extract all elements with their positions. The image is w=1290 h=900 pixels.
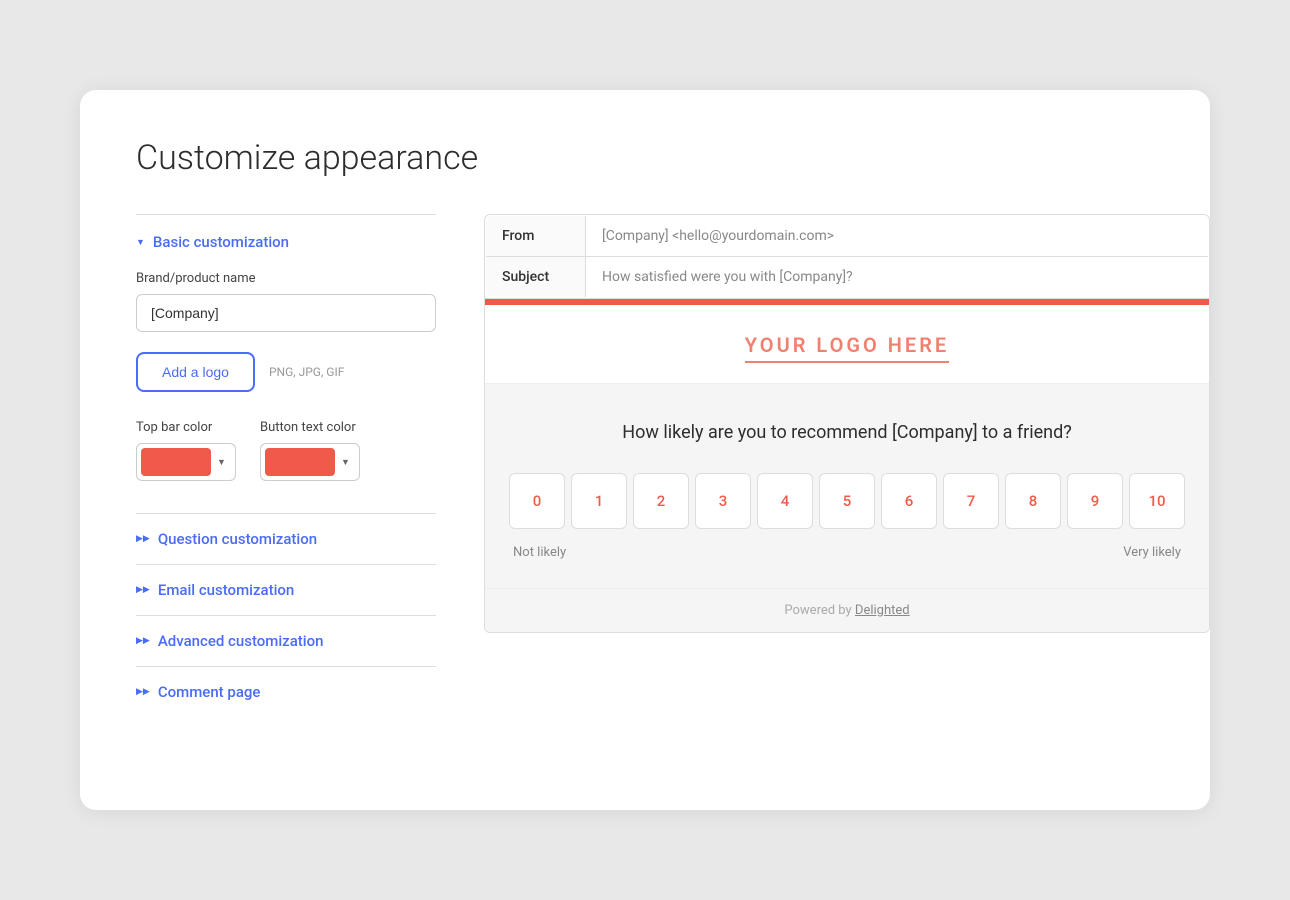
advanced-customization-label: Advanced customization [158,632,324,650]
top-bar-color-label: Top bar color [136,420,236,435]
right-panel: From [Company] <hello@yourdomain.com> Su… [484,214,1210,633]
comment-page-label: Comment page [158,683,261,701]
basic-customization-header[interactable]: Basic customization [136,233,436,251]
not-likely-label: Not likely [513,545,566,560]
brand-name-input[interactable] [136,294,436,332]
logo-row: Add a logo PNG, JPG, GIF [136,352,436,392]
nps-button-4[interactable]: 4 [757,473,813,529]
advanced-customization-header[interactable]: ▶ Advanced customization [136,632,436,650]
basic-customization-label: Basic customization [153,233,289,251]
button-text-color-swatch [265,448,335,476]
top-bar-color-swatch [141,448,211,476]
nps-scale: 0 1 2 3 4 5 6 7 8 9 10 [509,473,1185,529]
email-customization-section: ▶ Email customization [136,564,436,615]
top-divider [136,214,436,215]
question-customization-label: Question customization [158,530,317,548]
chevron-right-icon-1: ▶ [136,585,150,595]
footer-link[interactable]: Delighted [855,603,910,618]
logo-hint: PNG, JPG, GIF [269,365,344,379]
comment-page-section: ▶ Comment page [136,666,436,717]
button-text-color-label: Button text color [260,420,360,435]
email-customization-label: Email customization [158,581,294,599]
preview-survey-area: How likely are you to recommend [Company… [485,384,1209,588]
top-bar-color-picker[interactable]: ▼ [136,443,236,481]
nps-button-9[interactable]: 9 [1067,473,1123,529]
chevron-right-icon-2: ▶ [136,636,150,646]
page-title: Customize appearance [136,138,1154,178]
main-card: Customize appearance Basic customization… [80,90,1210,810]
layout: Basic customization Brand/product name A… [136,214,1154,717]
subject-value: How satisfied were you with [Company]? [586,257,1209,298]
survey-question: How likely are you to recommend [Company… [509,420,1185,445]
brand-name-group: Brand/product name [136,271,436,332]
subject-label: Subject [486,257,586,298]
chevron-right-icon-0: ▶ [136,534,150,544]
button-color-dropdown-arrow-icon: ▼ [339,457,352,468]
preview-logo-area: YoUR Logo HERE [485,305,1209,384]
nps-button-2[interactable]: 2 [633,473,689,529]
logo-placeholder: YoUR Logo HERE [745,333,949,363]
nps-button-5[interactable]: 5 [819,473,875,529]
chevron-right-icon-3: ▶ [136,687,150,697]
button-text-color-group: Button text color ▼ [260,420,360,481]
preview-footer: Powered by Delighted [485,588,1209,632]
from-row: From [Company] <hello@yourdomain.com> [486,216,1209,257]
add-logo-button[interactable]: Add a logo [136,352,255,392]
from-value: [Company] <hello@yourdomain.com> [586,216,1209,257]
nps-button-10[interactable]: 10 [1129,473,1185,529]
nps-button-3[interactable]: 3 [695,473,751,529]
question-customization-section: ▶ Question customization [136,513,436,564]
very-likely-label: Very likely [1123,545,1181,560]
footer-text: Powered by [784,603,851,618]
nps-labels: Not likely Very likely [509,545,1185,560]
left-panel: Basic customization Brand/product name A… [136,214,436,717]
email-customization-header[interactable]: ▶ Email customization [136,581,436,599]
comment-page-header[interactable]: ▶ Comment page [136,683,436,701]
top-bar-color-group: Top bar color ▼ [136,420,236,481]
email-preview-box: YoUR Logo HERE How likely are you to rec… [484,299,1210,633]
nps-button-1[interactable]: 1 [571,473,627,529]
brand-name-label: Brand/product name [136,271,436,286]
email-meta-table: From [Company] <hello@yourdomain.com> Su… [485,215,1209,298]
chevron-down-icon [136,237,145,248]
nps-button-6[interactable]: 6 [881,473,937,529]
subject-row: Subject How satisfied were you with [Com… [486,257,1209,298]
question-customization-header[interactable]: ▶ Question customization [136,530,436,548]
email-meta-wrapper: From [Company] <hello@yourdomain.com> Su… [484,214,1210,299]
nps-button-0[interactable]: 0 [509,473,565,529]
color-dropdown-arrow-icon: ▼ [215,457,228,468]
color-row: Top bar color ▼ Button text color ▼ [136,420,436,481]
nps-button-7[interactable]: 7 [943,473,999,529]
button-text-color-picker[interactable]: ▼ [260,443,360,481]
from-label: From [486,216,586,257]
nps-button-8[interactable]: 8 [1005,473,1061,529]
advanced-customization-section: ▶ Advanced customization [136,615,436,666]
